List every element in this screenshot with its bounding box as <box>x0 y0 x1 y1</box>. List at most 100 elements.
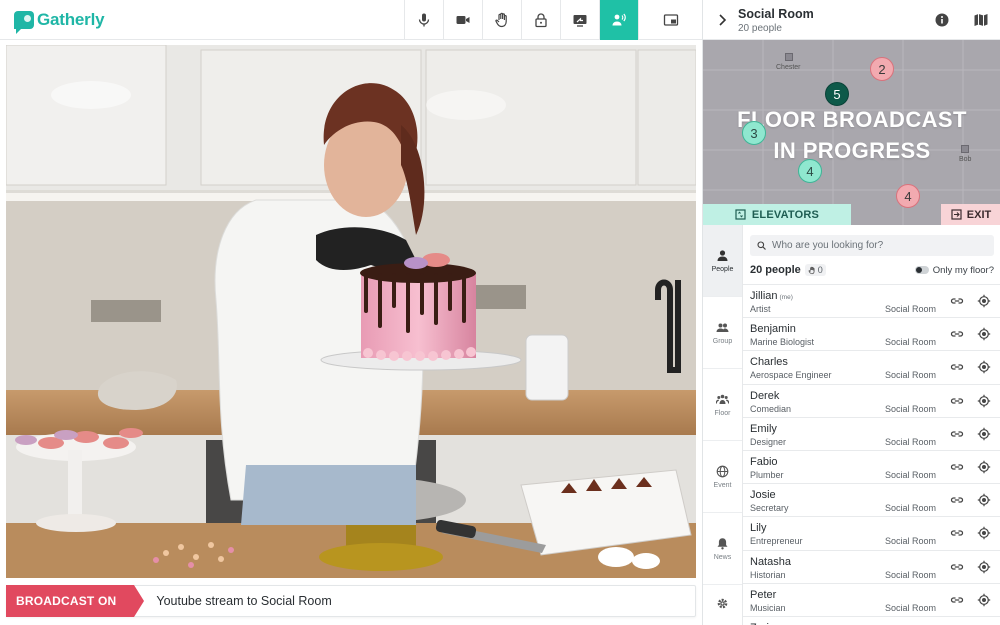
broadcast-video[interactable] <box>6 45 696 578</box>
person-row[interactable]: Natasha Historian Social Room <box>743 549 1000 583</box>
person-row[interactable]: Josie Secretary Social Room <box>743 483 1000 516</box>
screen-share-button[interactable] <box>560 0 599 40</box>
locate-icon[interactable] <box>977 294 991 308</box>
screen-share-icon <box>573 15 587 27</box>
locate-icon[interactable] <box>977 327 991 341</box>
person-row[interactable]: Emily Designer Social Room <box>743 416 1000 450</box>
camera-button[interactable] <box>443 0 482 40</box>
gatherly-logo[interactable]: Gatherly <box>14 9 105 34</box>
seat-label-chester: Chester <box>776 64 801 71</box>
broadcast-on-badge: BROADCAST ON <box>6 585 145 617</box>
person-row[interactable]: Fabio Plumber Social Room <box>743 449 1000 483</box>
link-icon[interactable] <box>950 360 964 374</box>
person-role: Marine Biologist <box>750 337 815 348</box>
locate-icon[interactable] <box>977 460 991 474</box>
tab-floor[interactable]: Floor <box>703 369 742 441</box>
map-icon[interactable] <box>973 12 989 28</box>
raise-hand-button[interactable] <box>482 0 521 40</box>
person-room: Social Room <box>884 469 936 480</box>
locate-icon[interactable] <box>977 394 991 408</box>
link-icon[interactable] <box>950 593 964 607</box>
locate-icon[interactable] <box>977 593 991 607</box>
person-name: Emily <box>750 423 777 435</box>
search-box[interactable] <box>750 235 994 256</box>
broadcast-speaker-icon <box>612 13 626 26</box>
floor-map[interactable]: Chester Bob FLOOR BROADCAST IN PROGRESS … <box>703 40 1000 225</box>
locate-icon[interactable] <box>977 560 991 574</box>
person-name: Jillian (me) <box>750 290 793 302</box>
seat-chester[interactable] <box>785 53 793 61</box>
person-name: Josie <box>750 489 776 501</box>
only-my-floor-label: Only my floor? <box>932 264 994 276</box>
person-row[interactable]: Benjamin Marine Biologist Social Room <box>743 317 1000 350</box>
link-icon[interactable] <box>950 560 964 574</box>
info-icon[interactable] <box>934 12 950 28</box>
group-icon <box>716 323 729 332</box>
chevron-right-icon[interactable] <box>716 13 728 27</box>
tab-event[interactable]: Event <box>703 441 742 513</box>
exit-button[interactable]: EXIT <box>941 204 1000 225</box>
person-role: Aerospace Engineer <box>750 370 832 381</box>
table-marker[interactable]: 5 <box>825 82 849 106</box>
person-name-text: Natasha <box>750 555 791 568</box>
person-name-text: Derek <box>750 389 780 402</box>
locate-icon[interactable] <box>977 493 991 507</box>
people-list: Jillian (me) Artist Social Room Benjamin Mari… <box>743 284 1000 625</box>
locate-icon[interactable] <box>977 360 991 374</box>
top-bar: Gatherly <box>0 0 702 40</box>
person-room: Social Room <box>884 536 936 547</box>
person-row[interactable]: Peter Musician Social Room <box>743 582 1000 616</box>
hand-icon <box>808 266 815 274</box>
locate-icon[interactable] <box>977 526 991 540</box>
lock-icon <box>535 13 547 28</box>
link-icon[interactable] <box>950 427 964 441</box>
elevator-icon <box>735 209 746 220</box>
person-name: Derek <box>750 390 779 402</box>
locate-icon[interactable] <box>977 427 991 441</box>
elevators-label: ELEVATORS <box>751 208 820 221</box>
elevators-button[interactable]: ELEVATORS <box>703 204 851 225</box>
person-row[interactable]: Lily Entrepreneur Social Room <box>743 516 1000 549</box>
person-name: Fabio <box>750 456 778 468</box>
person-room: Social Room <box>884 503 936 514</box>
table-marker[interactable]: 3 <box>742 121 766 145</box>
link-icon[interactable] <box>950 294 964 308</box>
tab-people[interactable]: People <box>703 225 742 297</box>
link-icon[interactable] <box>950 460 964 474</box>
person-name-text: Benjamin <box>750 323 796 336</box>
person-row[interactable]: Charles Aerospace Engineer Social Room <box>743 350 1000 383</box>
person-name-text: Jillian <box>750 290 778 302</box>
table-marker[interactable]: 4 <box>798 159 822 183</box>
person-row[interactable]: Derek Comedian Social Room <box>743 383 1000 417</box>
link-icon[interactable] <box>950 526 964 540</box>
person-name-text: Emily <box>750 422 777 435</box>
person-icon <box>717 249 728 261</box>
search-icon <box>757 241 766 250</box>
link-icon[interactable] <box>950 394 964 408</box>
table-marker[interactable]: 4 <box>896 184 920 208</box>
person-role: Artist <box>750 304 771 314</box>
person-name: Charles <box>750 356 788 368</box>
tab-label: News <box>713 553 732 561</box>
panel-tabs: People Group Floor Event News <box>703 225 743 625</box>
person-row[interactable]: Jillian (me) Artist Social Room <box>743 284 1000 317</box>
microphone-button[interactable] <box>404 0 443 40</box>
table-marker[interactable]: 2 <box>870 57 894 81</box>
globe-icon <box>716 465 729 477</box>
person-room: Social Room <box>884 370 936 381</box>
lock-button[interactable] <box>521 0 560 40</box>
camera-icon <box>456 16 470 24</box>
person-room: Social Room <box>884 304 936 314</box>
search-input[interactable] <box>772 240 982 251</box>
picture-in-picture-button[interactable] <box>638 0 702 40</box>
link-icon[interactable] <box>950 327 964 341</box>
only-my-floor-toggle[interactable]: Only my floor? <box>914 264 994 276</box>
person-room: Social Room <box>884 569 936 580</box>
tab-news[interactable]: News <box>703 513 742 585</box>
person-row[interactable]: Zoria <box>743 615 1000 625</box>
broadcast-button[interactable] <box>599 0 638 40</box>
link-icon[interactable] <box>950 493 964 507</box>
tab-group[interactable]: Group <box>703 297 742 369</box>
toggle-switch[interactable] <box>914 266 929 274</box>
settings-button[interactable] <box>703 585 742 625</box>
